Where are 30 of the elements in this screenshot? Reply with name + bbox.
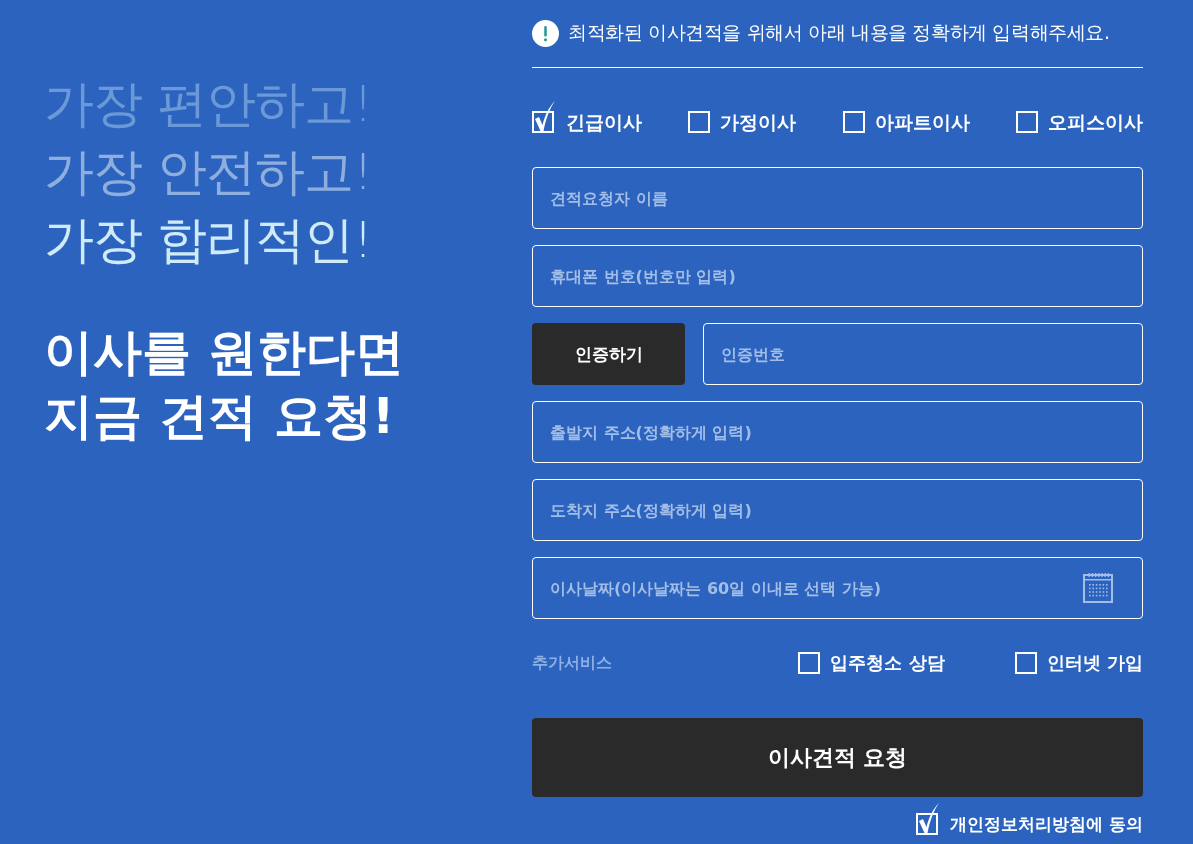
submit-button[interactable]: 이사견적 요청 bbox=[532, 718, 1143, 797]
move-type-label[interactable]: 긴급이사 bbox=[566, 111, 642, 133]
slogan-line: 가장 합리적인! bbox=[44, 210, 372, 271]
service-option-label[interactable]: 입주청소 상담 bbox=[830, 652, 945, 674]
checkbox[interactable] bbox=[688, 111, 711, 133]
checkbox[interactable] bbox=[532, 101, 556, 133]
move-type-label[interactable]: 가정이사 bbox=[720, 111, 797, 133]
extra-services-label: 추가서비스 bbox=[532, 652, 612, 674]
verification-code-field[interactable]: 인증번호 bbox=[703, 323, 1143, 385]
checkbox[interactable] bbox=[916, 803, 941, 835]
notice-text: 최적화된 이사견적을 위해서 아래 내용을 정확하게 입력해주세요. bbox=[568, 20, 1110, 45]
move-type-label[interactable]: 아파트이사 bbox=[874, 111, 970, 133]
checkbox[interactable] bbox=[798, 652, 821, 674]
text-input-field[interactable]: 휴대폰 번호(번호만 입력) bbox=[532, 245, 1143, 307]
move-type-label[interactable]: 오피스이사 bbox=[1048, 111, 1143, 133]
calendar-icon[interactable] bbox=[1083, 573, 1113, 603]
checkbox[interactable] bbox=[842, 111, 865, 133]
slogan-line: 가장 안전하고! bbox=[44, 142, 372, 203]
alert-icon bbox=[532, 19, 559, 47]
text-input-field[interactable]: 출발지 주소(정확하게 입력) bbox=[532, 401, 1143, 463]
verify-button[interactable]: 인증하기 bbox=[532, 323, 685, 385]
text-input-field[interactable]: 견적요청자 이름 bbox=[532, 167, 1143, 229]
service-option-label[interactable]: 인터넷 가입 bbox=[1046, 652, 1143, 674]
slogan-line: 가장 편안하고! bbox=[44, 74, 372, 135]
text-input-field[interactable]: 도착지 주소(정확하게 입력) bbox=[532, 479, 1143, 541]
date-field[interactable]: 이사날짜(이사날짜는 60일 이내로 선택 가능) bbox=[532, 557, 1143, 619]
checkbox[interactable] bbox=[1016, 111, 1038, 133]
call-to-action-heading: 이사를 원한다면 지금 견적 요청! bbox=[44, 323, 405, 447]
checkbox[interactable] bbox=[1014, 652, 1037, 674]
agreement-label[interactable]: 개인정보처리방침에 동의 bbox=[950, 813, 1143, 835]
